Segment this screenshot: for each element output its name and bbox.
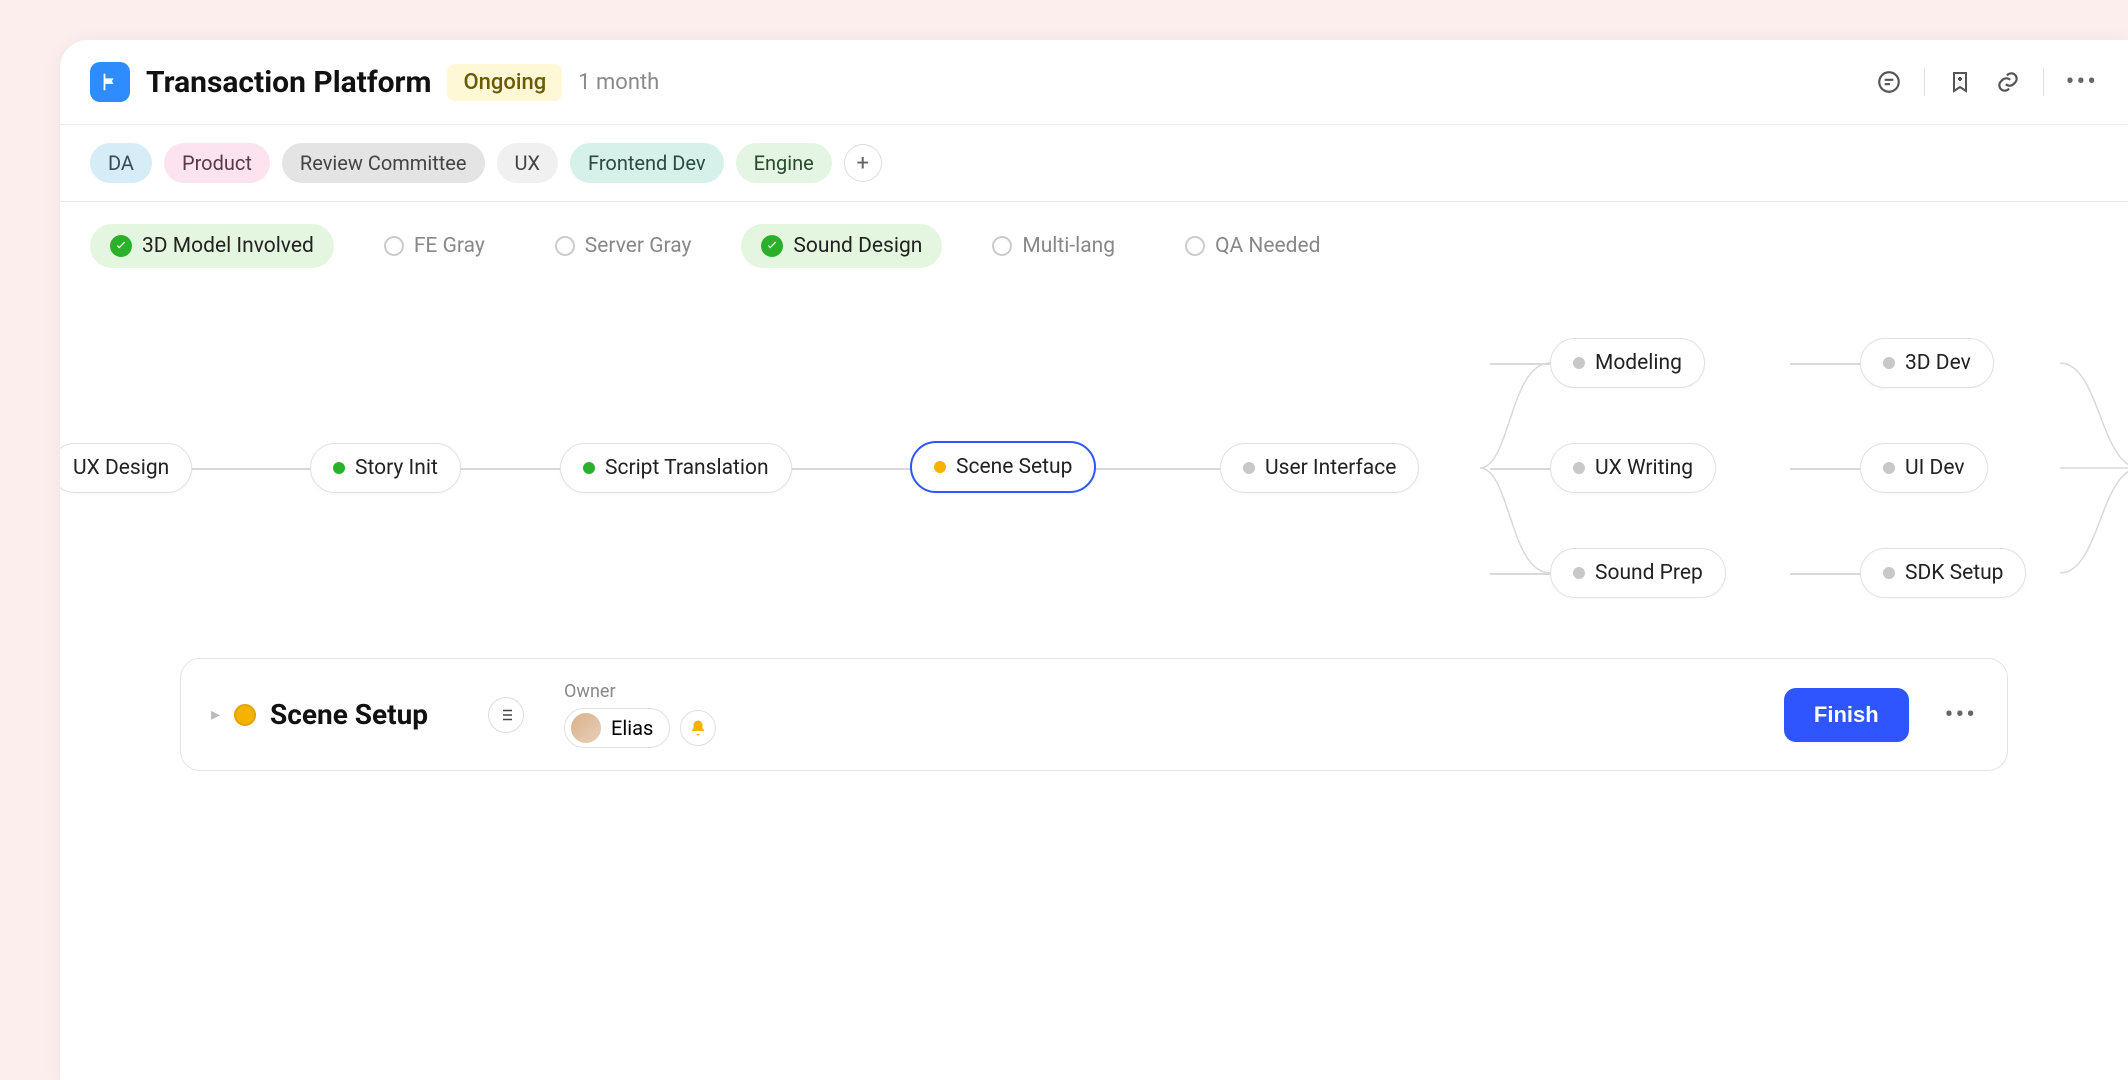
node-3d-dev[interactable]: 3D Dev (1860, 338, 1994, 388)
node-script-translation[interactable]: Script Translation (560, 443, 792, 493)
finish-button[interactable]: Finish (1784, 688, 1909, 742)
more-icon[interactable]: ••• (2066, 67, 2098, 97)
filter-multi-lang[interactable]: Multi-lang (972, 224, 1135, 268)
status-dot-icon (1573, 357, 1585, 369)
filter-row: 3D Model Involved FE Gray Server Gray So… (60, 202, 2128, 298)
tag-product[interactable]: Product (164, 143, 270, 183)
duration-text: 1 month (578, 70, 659, 95)
status-dot-icon (1573, 567, 1585, 579)
owner-block: Owner Elias (564, 681, 716, 748)
tag-review[interactable]: Review Committee (282, 143, 485, 183)
unchecked-icon (555, 236, 575, 256)
status-dot-icon (333, 462, 345, 474)
app-window: Transaction Platform Ongoing 1 month •••… (60, 40, 2128, 1080)
detail-panel: ▸ Scene Setup Owner Elias (180, 658, 2008, 771)
check-icon (110, 235, 132, 257)
node-sound-prep[interactable]: Sound Prep (1550, 548, 1726, 598)
bookmark-icon[interactable] (1947, 69, 1973, 95)
filter-label: QA Needed (1215, 234, 1320, 258)
node-label: User Interface (1265, 456, 1396, 480)
bell-icon-button[interactable] (680, 710, 716, 746)
node-label: SDK Setup (1905, 561, 2003, 585)
owner-label: Owner (564, 681, 716, 702)
project-title: Transaction Platform (146, 65, 431, 100)
node-label: UI Dev (1905, 456, 1965, 480)
node-sdk-setup[interactable]: SDK Setup (1860, 548, 2026, 598)
node-story-init[interactable]: Story Init (310, 443, 461, 493)
project-flag-icon (90, 62, 130, 102)
filter-server-gray[interactable]: Server Gray (535, 224, 712, 268)
filter-fe-gray[interactable]: FE Gray (364, 224, 505, 268)
header-actions: ••• (1876, 67, 2098, 97)
add-tag-button[interactable]: + (844, 144, 882, 182)
detail-title: Scene Setup (270, 698, 428, 731)
status-dot-icon (1573, 462, 1585, 474)
node-scene-setup[interactable]: Scene Setup (910, 441, 1096, 493)
detail-panel-wrap: ▸ Scene Setup Owner Elias (60, 658, 2128, 771)
node-label: 3D Dev (1905, 351, 1971, 375)
caret-right-icon[interactable]: ▸ (211, 704, 220, 725)
filter-label: Multi-lang (1022, 234, 1115, 258)
tag-da[interactable]: DA (90, 143, 152, 183)
filter-sound-design[interactable]: Sound Design (741, 224, 942, 268)
status-dot-icon (1883, 357, 1895, 369)
unchecked-icon (992, 236, 1012, 256)
node-ui-dev[interactable]: UI Dev (1860, 443, 1988, 493)
node-label: Modeling (1595, 351, 1682, 375)
header-bar: Transaction Platform Ongoing 1 month ••• (60, 40, 2128, 125)
node-label: Story Init (355, 456, 438, 480)
filter-label: Server Gray (585, 234, 692, 258)
filter-label: 3D Model Involved (142, 234, 314, 258)
node-ux-writing[interactable]: UX Writing (1550, 443, 1716, 493)
status-dot-icon (1883, 462, 1895, 474)
node-ux-design[interactable]: UX Design (60, 443, 192, 493)
unchecked-icon (1185, 236, 1205, 256)
status-dot-icon (1243, 462, 1255, 474)
node-label: UX Design (73, 456, 169, 480)
list-icon-button[interactable] (488, 697, 524, 733)
unchecked-icon (384, 236, 404, 256)
link-icon[interactable] (1995, 69, 2021, 95)
filter-label: FE Gray (414, 234, 485, 258)
node-modeling[interactable]: Modeling (1550, 338, 1705, 388)
tag-engine[interactable]: Engine (736, 143, 832, 183)
node-user-interface[interactable]: User Interface (1220, 443, 1419, 493)
avatar-icon (571, 713, 601, 743)
owner-chip[interactable]: Elias (564, 708, 670, 748)
filter-3d-model[interactable]: 3D Model Involved (90, 224, 334, 268)
node-label: UX Writing (1595, 456, 1693, 480)
more-icon[interactable]: ••• (1945, 700, 1977, 730)
owner-name: Elias (611, 716, 653, 740)
status-dot-icon (234, 704, 256, 726)
status-dot-icon (583, 462, 595, 474)
workflow-canvas[interactable]: UX Design Story Init Script Translation … (60, 298, 2128, 658)
filter-label: Sound Design (793, 234, 922, 258)
status-dot-icon (934, 461, 946, 473)
node-label: Script Translation (605, 456, 769, 480)
detail-heading: ▸ Scene Setup (211, 698, 428, 731)
node-label: Scene Setup (956, 455, 1072, 479)
node-label: Sound Prep (1595, 561, 1703, 585)
status-badge: Ongoing (447, 64, 562, 101)
tag-ux[interactable]: UX (497, 143, 559, 183)
tag-frontend-dev[interactable]: Frontend Dev (570, 143, 724, 183)
comment-icon[interactable] (1876, 69, 1902, 95)
check-icon (761, 235, 783, 257)
tag-row: DA Product Review Committee UX Frontend … (60, 125, 2128, 202)
filter-qa-needed[interactable]: QA Needed (1165, 224, 1340, 268)
status-dot-icon (1883, 567, 1895, 579)
